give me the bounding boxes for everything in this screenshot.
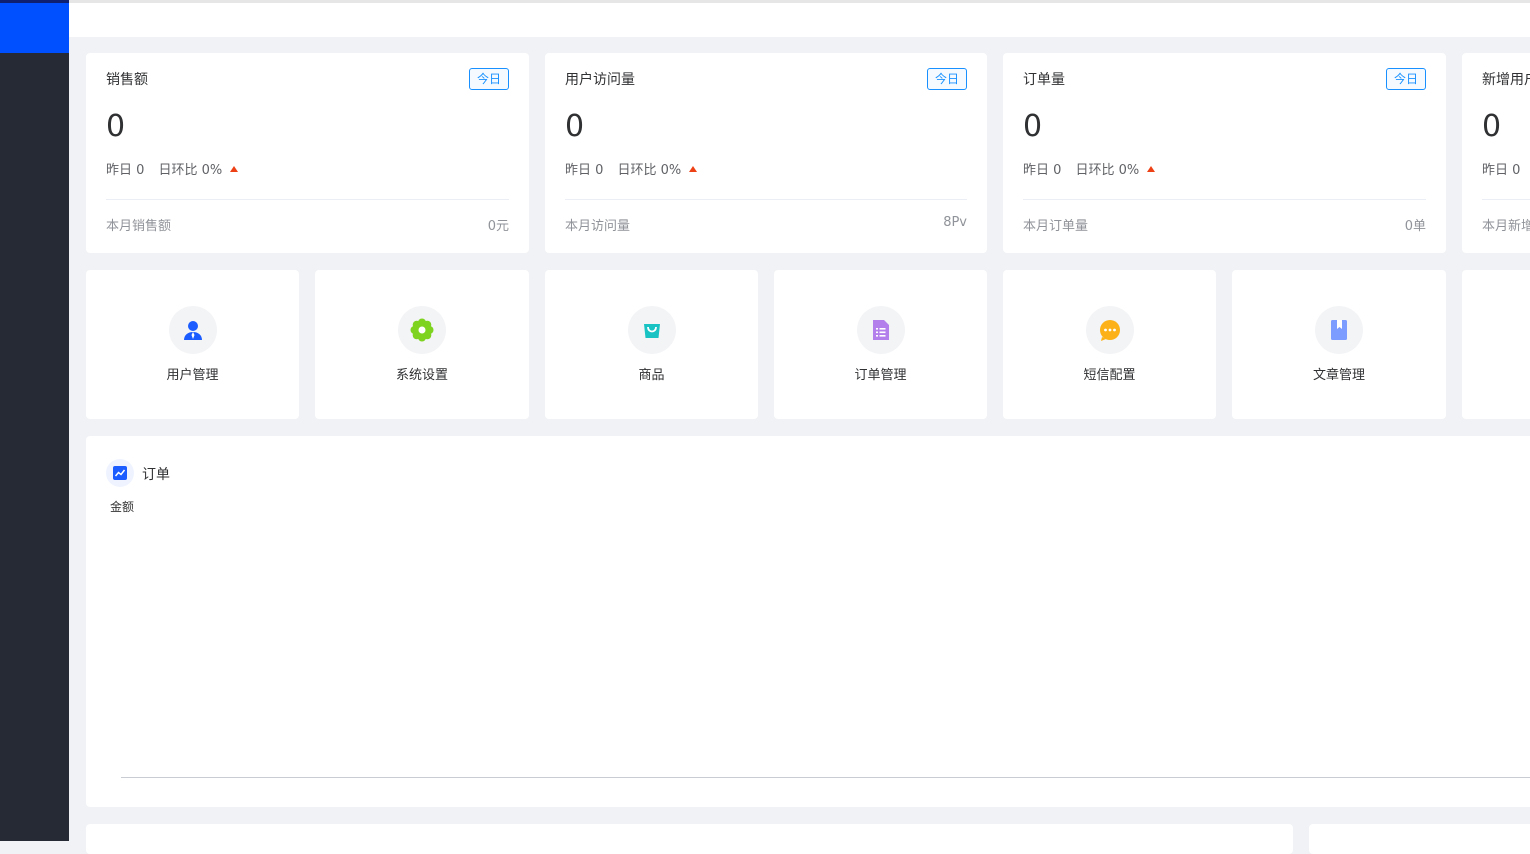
yesterday-label: 昨日	[106, 163, 133, 178]
stat-title: 用户访问量	[565, 72, 635, 88]
month-value: 0单	[1404, 219, 1426, 234]
bottom-panel-right	[1309, 824, 1530, 854]
trend-up-icon	[230, 166, 239, 172]
gear-icon	[398, 306, 446, 354]
line-chart-icon	[106, 459, 134, 487]
ratio-label: 日环比	[1075, 163, 1115, 178]
divider	[565, 199, 967, 200]
document-icon	[856, 306, 905, 354]
stat-value: 0	[565, 109, 585, 144]
month-label: 本月访问量	[565, 219, 631, 234]
stat-compare: 昨日 0 日环比 0%	[565, 159, 698, 178]
bookmark-book-icon	[1315, 306, 1363, 354]
yesterday-value: 0	[1512, 163, 1521, 178]
trend-up-icon	[1147, 166, 1156, 172]
today-badge[interactable]: 今日	[926, 68, 967, 90]
yesterday-label: 昨日	[1482, 163, 1509, 178]
divider	[106, 199, 509, 200]
stat-card-new-users: 新增用户 0 昨日 0 本月新增	[1462, 53, 1530, 253]
stat-card-visits: 用户访问量 今日 0 昨日 0 日环比 0% 本月访问量 8Pv	[545, 53, 987, 253]
nav-card-products[interactable]: 商品	[545, 270, 758, 419]
nav-card-user-management[interactable]: 用户管理	[86, 270, 299, 419]
stat-value: 0	[1023, 109, 1043, 144]
ratio-value: 0%	[201, 163, 223, 178]
chart-x-axis-line	[121, 777, 1530, 778]
stat-card-orders: 订单量 今日 0 昨日 0 日环比 0% 本月订单量 0单	[1003, 53, 1446, 253]
ratio-value: 0%	[660, 163, 682, 178]
sidebar	[0, 0, 69, 841]
stat-title: 销售额	[106, 72, 148, 88]
bottom-panel-left	[86, 824, 1293, 854]
top-header-bar	[69, 0, 1530, 37]
nav-label: 文章管理	[1312, 368, 1365, 383]
yesterday-value: 0	[1053, 163, 1062, 178]
trend-up-icon	[689, 166, 698, 172]
user-icon	[168, 306, 217, 354]
stat-card-sales: 销售额 今日 0 昨日 0 日环比 0% 本月销售额 0元	[86, 53, 529, 253]
nav-label: 短信配置	[1083, 368, 1136, 383]
stat-title: 订单量	[1023, 72, 1065, 88]
ratio-value: 0%	[1118, 163, 1140, 178]
stat-title: 新增用户	[1482, 72, 1530, 88]
yesterday-value: 0	[136, 163, 145, 178]
ratio-label: 日环比	[617, 163, 657, 178]
month-label: 本月销售额	[106, 219, 172, 234]
nav-card-sms-config[interactable]: 短信配置	[1003, 270, 1216, 419]
shopping-bag-icon	[627, 306, 676, 354]
nav-label: 商品	[638, 368, 665, 383]
stat-compare: 昨日 0	[1482, 159, 1520, 178]
chart-y-axis-label: 金额	[110, 500, 135, 514]
stat-value: 0	[1482, 109, 1502, 144]
stat-value: 0	[106, 109, 126, 144]
nav-label: 用户管理	[166, 368, 219, 383]
nav-label: 系统设置	[395, 368, 448, 383]
yesterday-label: 昨日	[565, 163, 592, 178]
order-chart-card: 订单 金额	[86, 436, 1530, 807]
yesterday-label: 昨日	[1023, 163, 1050, 178]
month-label: 本月订单量	[1023, 219, 1089, 234]
stat-compare: 昨日 0 日环比 0%	[106, 159, 239, 178]
chart-title: 订单	[142, 467, 170, 483]
nav-card-article-management[interactable]: 文章管理	[1232, 270, 1446, 419]
divider	[1482, 199, 1530, 200]
nav-label: 订单管理	[854, 368, 907, 383]
today-badge[interactable]: 今日	[468, 68, 509, 90]
nav-card-partial[interactable]	[1462, 270, 1530, 419]
month-value: 8Pv	[943, 215, 967, 230]
month-label: 本月新增	[1482, 219, 1530, 234]
logo[interactable]	[0, 0, 69, 53]
nav-card-order-management[interactable]: 订单管理	[774, 270, 987, 419]
nav-card-system-settings[interactable]: 系统设置	[315, 270, 529, 419]
message-icon	[1085, 306, 1134, 354]
stat-compare: 昨日 0 日环比 0%	[1023, 159, 1156, 178]
month-value: 0元	[487, 219, 509, 234]
yesterday-value: 0	[595, 163, 604, 178]
divider	[1023, 199, 1426, 200]
today-badge[interactable]: 今日	[1385, 68, 1426, 90]
ratio-label: 日环比	[158, 163, 198, 178]
